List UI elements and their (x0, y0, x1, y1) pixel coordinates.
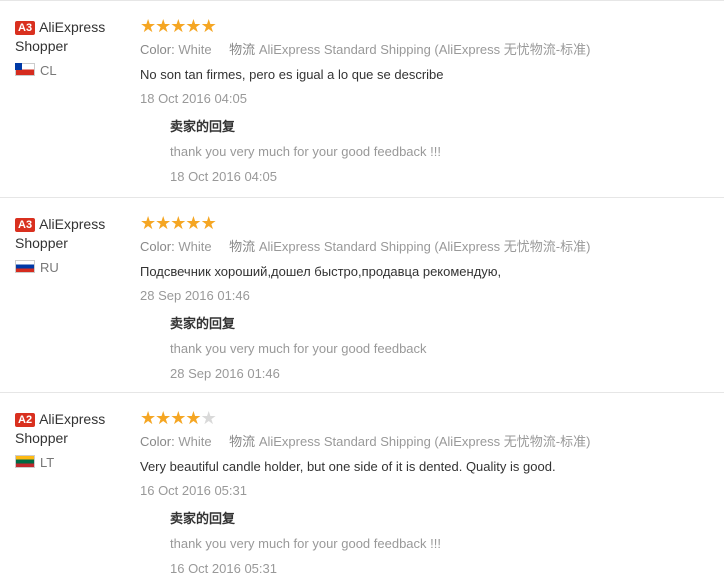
order-info: Color: White 物流 AliExpress Standard Ship… (140, 42, 720, 58)
buyer-country: CL (15, 63, 133, 78)
star-filled-icon: ★ (170, 408, 186, 428)
buyer-country: RU (15, 260, 133, 275)
feedback-date: 18 Oct 2016 04:05 (140, 91, 247, 106)
star-rating: ★★★★★ (140, 214, 720, 232)
star-empty-icon: ★ (200, 408, 217, 428)
seller-reply-title: 卖家的回复 (170, 511, 236, 526)
feedback-text: Подсвечник хороший,дошел быстро,продавца… (140, 264, 502, 279)
shipping-label: 物流 (229, 239, 256, 254)
seller-reply-date: 28 Sep 2016 01:46 (170, 366, 280, 381)
buyer-level-badge: A2 (15, 413, 36, 427)
country-code: RU (40, 260, 59, 275)
feedback-content: ★★★★★ Color: White 物流 AliExpress Standar… (140, 409, 720, 577)
shipping-label: 物流 (229, 434, 256, 449)
buyer-info: A3 AliExpress Shopper CL (15, 18, 133, 78)
color-label: Color: (140, 239, 175, 254)
star-filled-icon: ★ (170, 213, 186, 233)
color-value: White (178, 42, 212, 57)
shipping-value: AliExpress Standard Shipping (AliExpress… (258, 239, 591, 254)
star-filled-icon: ★ (185, 213, 201, 233)
feedback-content: ★★★★★ Color: White 物流 AliExpress Standar… (140, 214, 720, 382)
order-info: Color: White 物流 AliExpress Standard Ship… (140, 239, 720, 255)
feedback-text: Very beautiful candle holder, but one si… (140, 459, 556, 474)
star-filled-icon: ★ (140, 408, 156, 428)
seller-reply-title: 卖家的回复 (170, 316, 236, 331)
star-filled-icon: ★ (200, 213, 217, 233)
seller-reply: 卖家的回复 thank you very much for your good … (170, 119, 720, 185)
seller-reply: 卖家的回复 thank you very much for your good … (170, 316, 720, 382)
seller-reply-date: 18 Oct 2016 04:05 (170, 169, 277, 184)
color-value: White (178, 239, 212, 254)
star-filled-icon: ★ (185, 408, 201, 428)
feedback-content: ★★★★★ Color: White 物流 AliExpress Standar… (140, 17, 720, 185)
color-value: White (178, 434, 212, 449)
shipping-label: 物流 (229, 42, 256, 57)
seller-reply-title: 卖家的回复 (170, 119, 236, 134)
feedback-item: A3 AliExpress Shopper RU ★★★★★ Color: Whi… (0, 197, 724, 393)
star-rating: ★★★★★ (140, 409, 720, 427)
feedback-date: 16 Oct 2016 05:31 (140, 483, 247, 498)
seller-reply-text: thank you very much for your good feedba… (170, 536, 441, 551)
order-info: Color: White 物流 AliExpress Standard Ship… (140, 434, 720, 450)
buyer-country: LT (15, 455, 133, 470)
color-label: Color: (140, 42, 175, 57)
buyer-name-block: A3 AliExpress Shopper (15, 215, 133, 253)
seller-reply-date: 16 Oct 2016 05:31 (170, 561, 277, 576)
feedback-text: No son tan firmes, pero es igual a lo qu… (140, 67, 444, 82)
star-filled-icon: ★ (200, 16, 217, 36)
flag-cl-icon (15, 63, 35, 76)
star-filled-icon: ★ (155, 408, 171, 428)
star-filled-icon: ★ (155, 16, 171, 36)
buyer-level-badge: A3 (15, 218, 36, 232)
country-code: LT (40, 455, 55, 470)
feedback-item: A3 AliExpress Shopper CL ★★★★★ Color: Whi… (0, 0, 724, 196)
buyer-info: A2 AliExpress Shopper LT (15, 410, 133, 470)
color-label: Color: (140, 434, 175, 449)
star-rating: ★★★★★ (140, 17, 720, 35)
seller-reply-text: thank you very much for your good feedba… (170, 341, 427, 356)
country-code: CL (40, 63, 57, 78)
seller-reply: 卖家的回复 thank you very much for your good … (170, 511, 720, 577)
star-filled-icon: ★ (140, 213, 156, 233)
feedback-item: A2 AliExpress Shopper LT ★★★★★ Color: Whi… (0, 392, 724, 588)
buyer-name-block: A2 AliExpress Shopper (15, 410, 133, 448)
star-filled-icon: ★ (155, 213, 171, 233)
star-filled-icon: ★ (185, 16, 201, 36)
flag-lt-icon (15, 455, 35, 468)
shipping-value: AliExpress Standard Shipping (AliExpress… (258, 434, 591, 449)
star-filled-icon: ★ (170, 16, 186, 36)
flag-ru-icon (15, 260, 35, 273)
buyer-name-block: A3 AliExpress Shopper (15, 18, 133, 56)
shipping-value: AliExpress Standard Shipping (AliExpress… (258, 42, 591, 57)
feedback-date: 28 Sep 2016 01:46 (140, 288, 250, 303)
buyer-info: A3 AliExpress Shopper RU (15, 215, 133, 275)
seller-reply-text: thank you very much for your good feedba… (170, 144, 441, 159)
star-filled-icon: ★ (140, 16, 156, 36)
buyer-level-badge: A3 (15, 21, 36, 35)
